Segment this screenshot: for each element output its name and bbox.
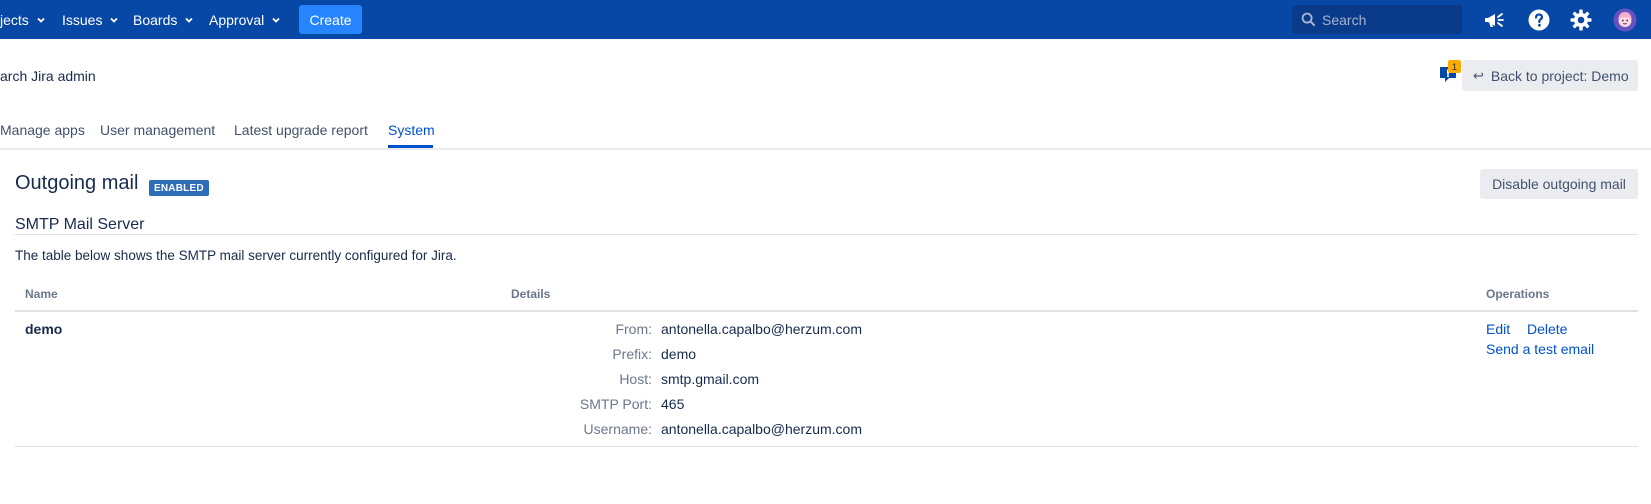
help-icon[interactable] bbox=[1527, 8, 1551, 32]
admin-search-label[interactable]: arch Jira admin bbox=[0, 68, 96, 84]
chevron-down-icon bbox=[110, 17, 119, 23]
column-header-operations: Operations bbox=[1486, 287, 1550, 301]
chevron-down-icon bbox=[37, 17, 45, 23]
detail-value-prefix: demo bbox=[661, 346, 697, 362]
detail-label-smtp-port: SMTP Port: bbox=[579, 396, 652, 412]
chevron-down-icon bbox=[185, 17, 193, 23]
detail-label-from: From: bbox=[615, 321, 652, 337]
server-name: demo bbox=[25, 321, 63, 337]
search-input[interactable] bbox=[1322, 11, 1452, 28]
detail-value-host: smtp.gmail.com bbox=[661, 371, 760, 387]
status-badge: ENABLED bbox=[149, 180, 209, 196]
nav-issues-label: Issues bbox=[62, 11, 103, 28]
edit-link[interactable]: Edit bbox=[1486, 321, 1510, 337]
detail-value-from: antonella.capalbo@herzum.com bbox=[661, 321, 862, 337]
section-divider bbox=[15, 234, 1638, 235]
detail-value-smtp-port: 465 bbox=[661, 396, 685, 412]
nav-projects[interactable]: jects bbox=[0, 0, 46, 39]
section-subtitle: SMTP Mail Server bbox=[15, 216, 145, 233]
page-title: Outgoing mail bbox=[15, 172, 139, 194]
disable-outgoing-mail-button[interactable]: Disable outgoing mail bbox=[1480, 169, 1638, 199]
nav-boards-label: Boards bbox=[133, 11, 178, 28]
nav-boards[interactable]: Boards bbox=[133, 0, 194, 39]
nav-approval-label: Approval bbox=[209, 11, 265, 28]
feedback-count-badge: 1 bbox=[1448, 60, 1461, 73]
back-to-project-button[interactable]: ↩ Back to project: Demo bbox=[1462, 60, 1638, 91]
detail-label-username: Username: bbox=[583, 421, 652, 437]
delete-link[interactable]: Delete bbox=[1527, 321, 1567, 337]
settings-icon[interactable] bbox=[1569, 8, 1593, 32]
send-test-email-link[interactable]: Send a test email bbox=[1486, 341, 1594, 357]
top-navigation-bar: jects Issues Boards Approval Create bbox=[0, 0, 1651, 39]
search-icon bbox=[1301, 12, 1316, 27]
avatar[interactable] bbox=[1613, 8, 1637, 32]
tab-manage-apps[interactable]: Manage apps bbox=[0, 122, 85, 138]
back-to-project-label: Back to project: Demo bbox=[1490, 67, 1629, 84]
detail-value-username: antonella.capalbo@herzum.com bbox=[661, 421, 862, 437]
return-arrow-icon: ↩ bbox=[1473, 67, 1484, 83]
tab-system[interactable]: System bbox=[388, 122, 435, 138]
table-row-divider bbox=[15, 446, 1638, 447]
column-header-details: Details bbox=[511, 287, 551, 301]
nav-approval[interactable]: Approval bbox=[209, 0, 281, 39]
create-button[interactable]: Create bbox=[299, 5, 362, 34]
tab-latest-upgrade-report[interactable]: Latest upgrade report bbox=[234, 122, 368, 138]
detail-label-prefix: Prefix: bbox=[612, 346, 652, 362]
table-header-divider bbox=[15, 310, 1638, 312]
search-box[interactable] bbox=[1292, 5, 1462, 34]
column-header-name: Name bbox=[25, 287, 58, 301]
tab-user-management[interactable]: User management bbox=[100, 122, 215, 138]
tabs-divider bbox=[0, 148, 1651, 150]
detail-label-host: Host: bbox=[619, 371, 652, 387]
chevron-down-icon bbox=[272, 17, 280, 23]
nav-projects-label: jects bbox=[0, 11, 29, 28]
nav-issues[interactable]: Issues bbox=[62, 0, 119, 39]
section-description: The table below shows the SMTP mail serv… bbox=[15, 248, 457, 263]
megaphone-icon[interactable] bbox=[1482, 8, 1506, 32]
